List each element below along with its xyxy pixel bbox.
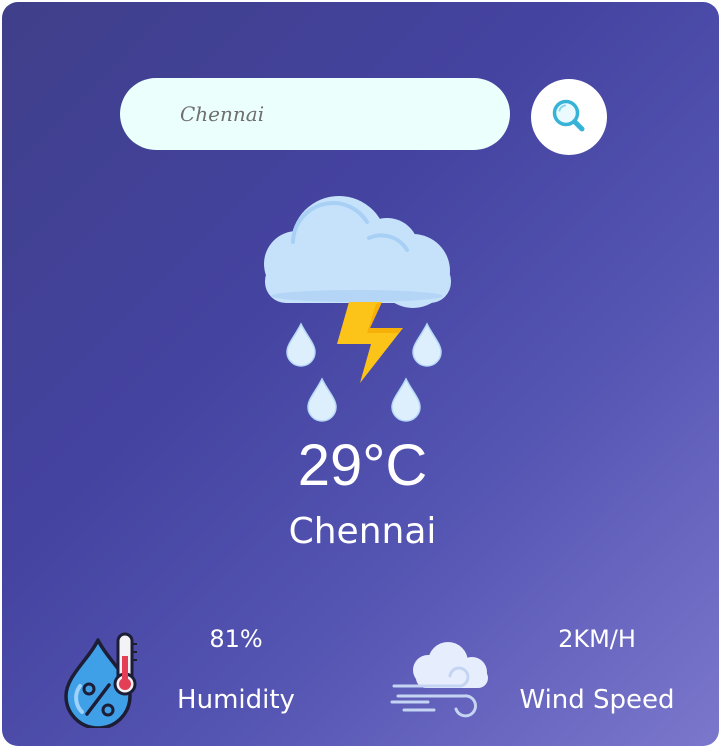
- search-button[interactable]: [531, 79, 607, 155]
- humidity-value: 81%: [209, 625, 263, 653]
- search-icon: [552, 99, 585, 132]
- thunderstorm-rain-icon: [264, 196, 451, 422]
- wind-speed-value: 2KM/H: [558, 625, 636, 653]
- temperature: 29°C: [297, 433, 428, 498]
- wind-speed-label: Wind Speed: [519, 685, 675, 715]
- city-search-input[interactable]: [120, 78, 510, 150]
- wind-cloud-icon: [390, 642, 488, 718]
- city-name: Chennai: [288, 511, 437, 552]
- weather-card: 29°C Chennai 81% Humidity: [2, 2, 719, 746]
- humidity-label: Humidity: [177, 685, 295, 715]
- humidity-thermometer-icon: [64, 632, 137, 728]
